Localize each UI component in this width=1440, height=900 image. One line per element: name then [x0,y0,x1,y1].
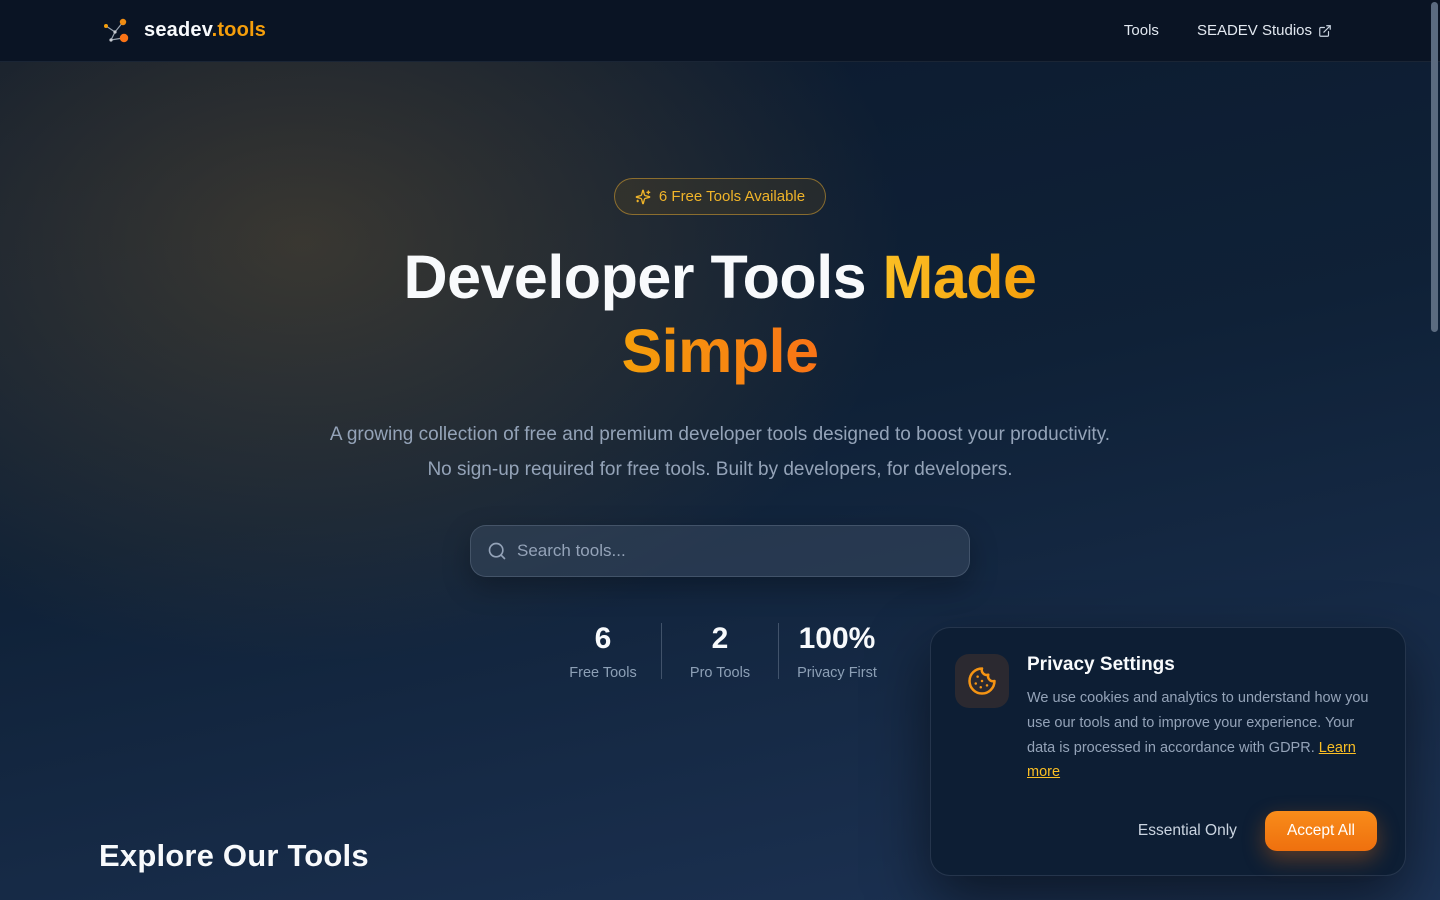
privacy-dialog-actions: Essential Only Accept All [955,811,1377,851]
essential-only-button[interactable]: Essential Only [1132,814,1243,848]
tools-section: Explore Our Tools [99,838,369,874]
hero-subtitle: A growing collection of free and premium… [320,417,1120,487]
top-navbar: seadev.tools Tools SEADEV Studios [0,0,1440,62]
stat-value: 2 [662,621,778,657]
cookie-icon-container [955,654,1009,708]
stat-free-tools: 6 Free Tools [545,621,661,681]
badge-label: 6 Free Tools Available [659,188,805,205]
external-link-icon [1318,24,1332,38]
search-bar [470,525,970,577]
sparkles-icon [635,189,651,205]
nav-links: Tools SEADEV Studios [1124,22,1332,39]
search-input[interactable] [517,541,953,561]
accept-all-button[interactable]: Accept All [1265,811,1377,851]
hero-title-white: Developer Tools [404,243,867,311]
tools-section-heading: Explore Our Tools [99,838,369,874]
stat-privacy: 100% Privacy First [779,621,895,681]
vertical-scrollbar-thumb[interactable] [1431,2,1438,332]
stat-label: Privacy First [779,665,895,681]
stat-label: Pro Tools [662,665,778,681]
privacy-dialog-title: Privacy Settings [1027,654,1377,676]
privacy-settings-dialog: Privacy Settings We use cookies and anal… [930,627,1406,876]
hero-title: Developer Tools Made Simple [370,241,1070,389]
brand-logo-link[interactable]: seadev.tools [100,16,266,46]
privacy-body-text: We use cookies and analytics to understa… [1027,690,1369,755]
hero-section: 6 Free Tools Available Developer Tools M… [0,62,1440,681]
nav-tools-link[interactable]: Tools [1124,22,1159,39]
privacy-dialog-body: We use cookies and analytics to understa… [1027,686,1377,785]
nav-studios-label: SEADEV Studios [1197,22,1312,39]
free-tools-badge: 6 Free Tools Available [614,178,826,215]
stat-pro-tools: 2 Pro Tools [662,621,778,681]
stat-value: 6 [545,621,661,657]
stat-value: 100% [779,621,895,657]
stat-label: Free Tools [545,665,661,681]
brand-name: seadev.tools [144,19,266,42]
cookie-icon [967,666,997,696]
nav-studios-link[interactable]: SEADEV Studios [1197,22,1332,39]
network-logo-icon [100,16,134,46]
search-icon [487,541,507,561]
